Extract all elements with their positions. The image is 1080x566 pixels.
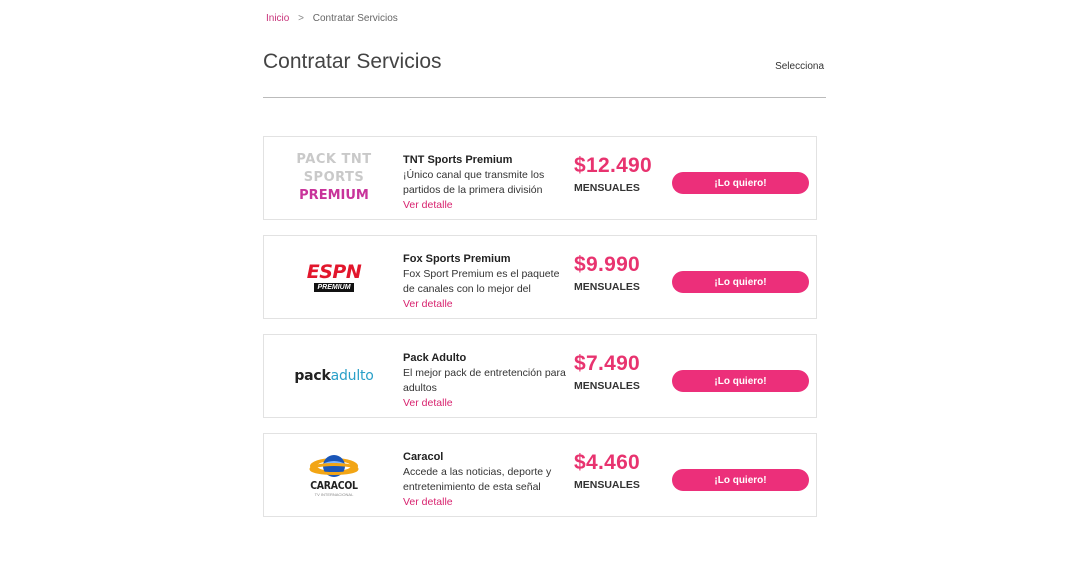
service-card-tnt-sports: PACK TNT SPORTS PREMIUM TNT Sports Premi… <box>263 136 817 220</box>
tnt-logo-line2: PREMIUM <box>299 188 369 203</box>
service-card-pack-adulto: packadulto Pack Adulto El mejor pack de … <box>263 334 817 418</box>
price-period: MENSUALES <box>574 182 640 194</box>
service-price: $4.460 <box>574 451 641 474</box>
pack-logo-part2: adulto <box>330 368 374 384</box>
service-info: Pack Adulto El mejor pack de entretenció… <box>403 351 573 411</box>
service-price: $9.990 <box>574 253 641 276</box>
breadcrumb: Inicio > Contratar Servicios <box>266 13 398 24</box>
tnt-logo-line1: PACK TNT SPORTS <box>296 152 372 185</box>
view-detail-link[interactable]: Ver detalle <box>403 297 573 312</box>
service-info: Fox Sports Premium Fox Sport Premium es … <box>403 252 573 312</box>
caracol-logo-sub: TV INTERNACIONAL <box>314 492 354 497</box>
view-detail-link[interactable]: Ver detalle <box>403 495 573 510</box>
service-description: Accede a las noticias, deporte y entrete… <box>403 466 552 493</box>
service-description: El mejor pack de entretención para adult… <box>403 367 566 394</box>
service-card-caracol: CARACOL TV INTERNACIONAL Caracol Accede … <box>263 433 817 517</box>
service-list: PACK TNT SPORTS PREMIUM TNT Sports Premi… <box>263 136 817 532</box>
espn-logo-text: ESPN <box>306 261 362 283</box>
pack-adulto-logo: packadulto <box>264 335 404 417</box>
caracol-emblem-icon <box>309 455 359 477</box>
view-detail-link[interactable]: Ver detalle <box>403 198 573 213</box>
caracol-logo: CARACOL TV INTERNACIONAL <box>264 434 404 516</box>
pack-logo-part1: pack <box>294 368 331 384</box>
want-it-button[interactable]: ¡Lo quiero! <box>672 370 809 392</box>
service-price: $7.490 <box>574 352 641 375</box>
want-it-button[interactable]: ¡Lo quiero! <box>672 271 809 293</box>
service-description: Fox Sport Premium es el paquete de canal… <box>403 268 560 295</box>
price-period: MENSUALES <box>574 380 640 392</box>
service-name: Caracol <box>403 451 444 463</box>
service-name: Fox Sports Premium <box>403 253 511 265</box>
want-it-button[interactable]: ¡Lo quiero! <box>672 469 809 491</box>
select-dropdown[interactable]: Selecciona <box>775 61 824 72</box>
price-period: MENSUALES <box>574 281 640 293</box>
view-detail-link[interactable]: Ver detalle <box>403 396 573 411</box>
service-info: TNT Sports Premium ¡Único canal que tran… <box>403 153 573 213</box>
header-divider <box>263 97 826 98</box>
tnt-sports-logo: PACK TNT SPORTS PREMIUM <box>264 137 404 219</box>
service-price: $12.490 <box>574 154 653 177</box>
service-card-fox-sports: ESPN PREMIUM Fox Sports Premium Fox Spor… <box>263 235 817 319</box>
service-name: TNT Sports Premium <box>403 154 513 166</box>
caracol-logo-word: CARACOL <box>310 479 358 492</box>
service-name: Pack Adulto <box>403 352 467 364</box>
service-description: ¡Único canal que transmite los partidos … <box>403 169 545 196</box>
espn-logo-premium: PREMIUM <box>314 283 354 292</box>
espn-premium-logo: ESPN PREMIUM <box>264 236 404 318</box>
page-title: Contratar Servicios <box>263 50 442 73</box>
breadcrumb-current: Contratar Servicios <box>312 13 398 24</box>
price-period: MENSUALES <box>574 479 640 491</box>
want-it-button[interactable]: ¡Lo quiero! <box>672 172 809 194</box>
breadcrumb-separator: > <box>298 13 304 24</box>
breadcrumb-home-link[interactable]: Inicio <box>266 13 289 24</box>
service-info: Caracol Accede a las noticias, deporte y… <box>403 450 573 510</box>
